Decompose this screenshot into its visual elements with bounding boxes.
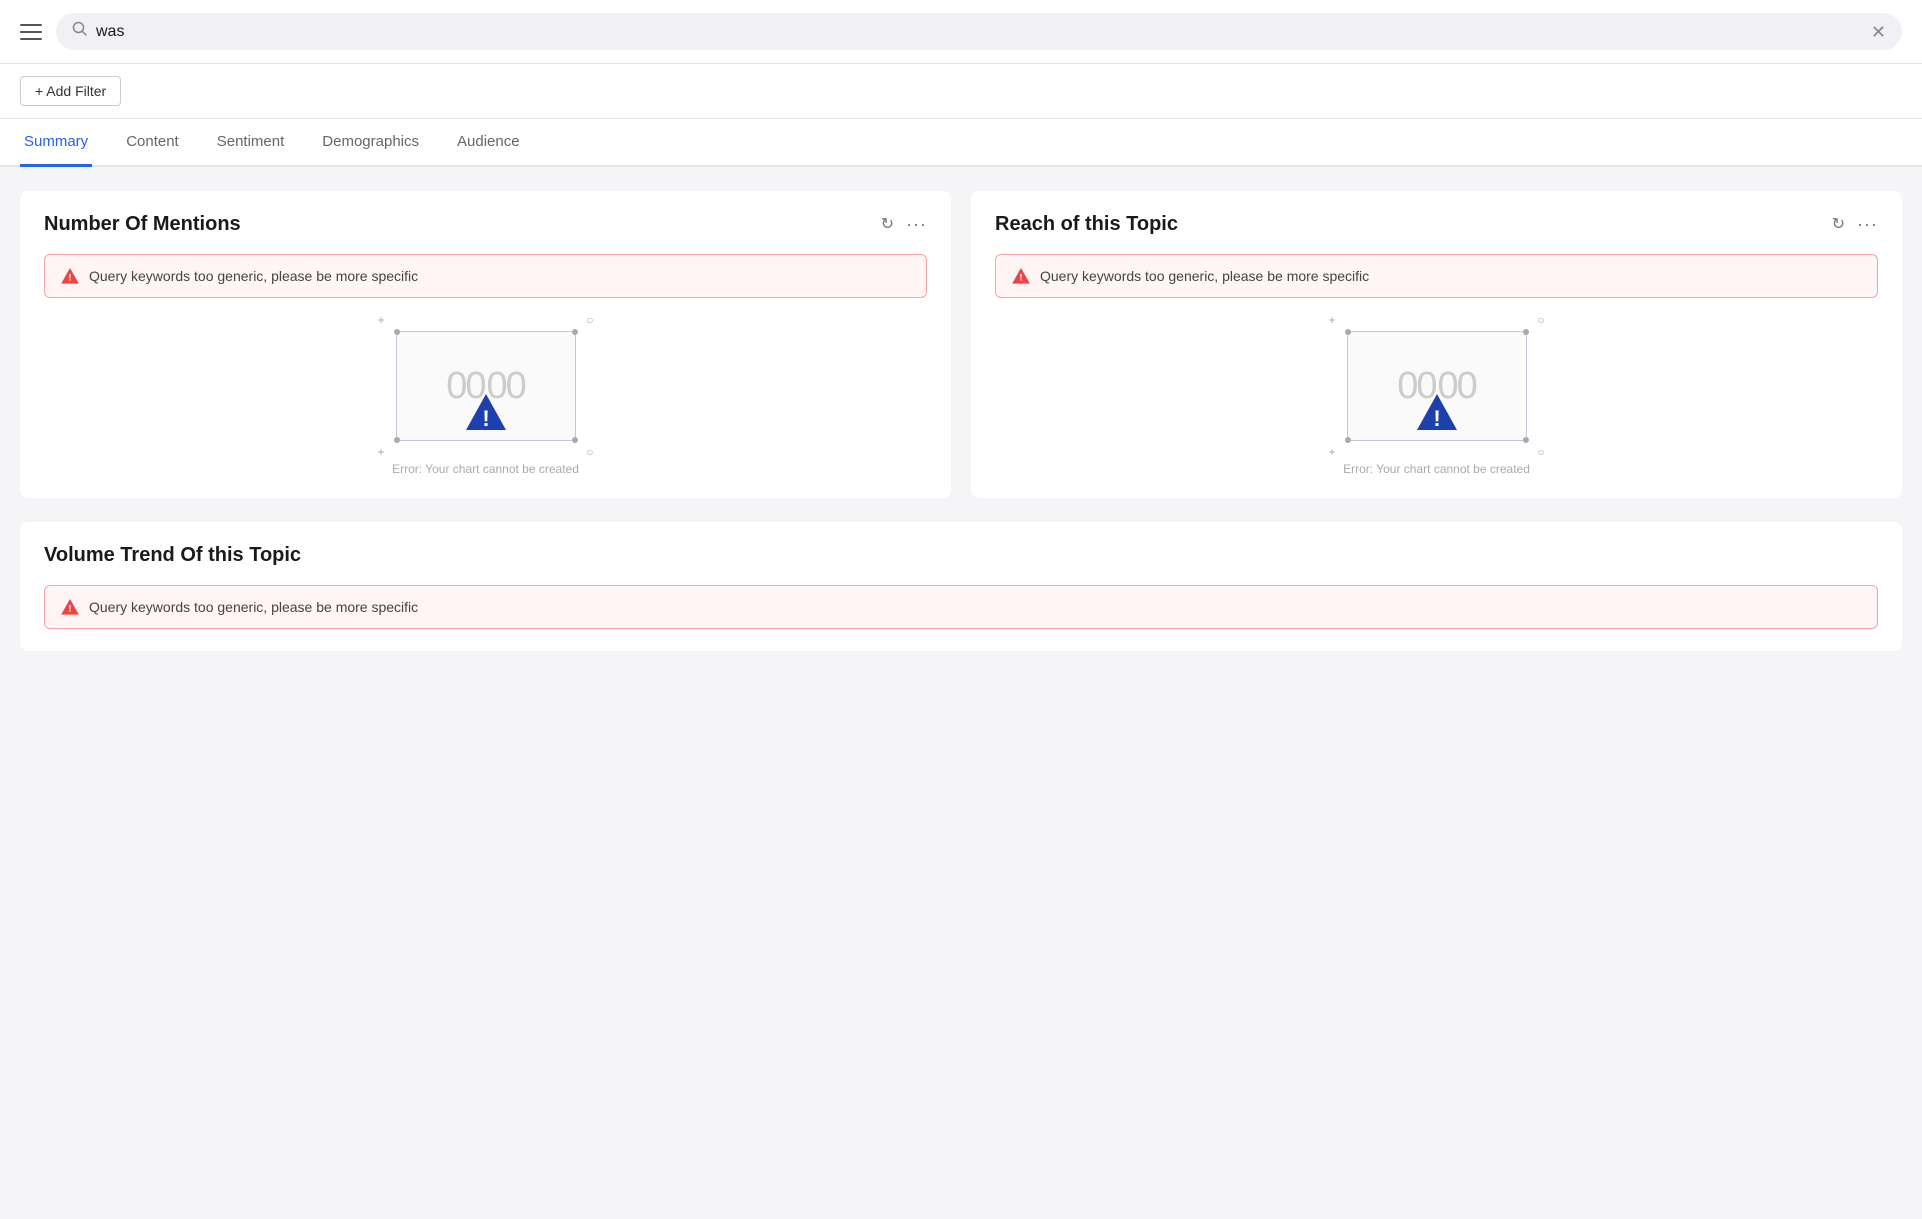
reach-warning-icon: ! — [1012, 267, 1030, 285]
decor-plus: + — [378, 313, 385, 327]
mentions-chart-mock: 00 ! 00 — [396, 331, 576, 441]
tab-summary[interactable]: Summary — [20, 119, 92, 167]
reach-card: Reach of this Topic ↻ ··· ! Query keywor… — [971, 191, 1902, 498]
reach-error-text: Query keywords too generic, please be mo… — [1040, 268, 1369, 284]
mentions-card-header: Number Of Mentions ↻ ··· — [44, 213, 927, 236]
search-icon — [72, 21, 88, 42]
reach-chart-area: + ○ + ○ 00 ! 00 — [995, 316, 1878, 456]
svg-text:!: ! — [69, 273, 72, 283]
cards-row: Number Of Mentions ↻ ··· ! Query keyword… — [20, 191, 1902, 498]
mentions-card-title: Number Of Mentions — [44, 213, 241, 236]
menu-button[interactable] — [20, 24, 42, 40]
volume-trend-card: Volume Trend Of this Topic ! Query keywo… — [20, 522, 1902, 651]
reach-refresh-icon[interactable]: ↻ — [1832, 217, 1845, 233]
volume-error-text: Query keywords too generic, please be mo… — [89, 599, 418, 615]
mentions-card: Number Of Mentions ↻ ··· ! Query keyword… — [20, 191, 951, 498]
decor-plus: ○ — [586, 445, 593, 459]
mentions-card-actions: ↻ ··· — [881, 214, 927, 235]
main-content: Number Of Mentions ↻ ··· ! Query keyword… — [0, 167, 1922, 1219]
reach-big-warning-icon: ! — [1415, 390, 1459, 434]
search-bar: ✕ — [56, 13, 1902, 50]
tab-content[interactable]: Content — [122, 119, 183, 167]
mentions-chart-error-text: Error: Your chart cannot be created — [44, 462, 927, 476]
svg-text:!: ! — [482, 406, 489, 431]
tab-demographics[interactable]: Demographics — [318, 119, 423, 167]
mentions-chart-area: + ○ + ○ 00 ! 00 — [44, 316, 927, 456]
svg-text:!: ! — [1433, 406, 1440, 431]
volume-warning-icon: ! — [61, 598, 79, 616]
clear-icon[interactable]: ✕ — [1871, 23, 1886, 41]
reach-error-banner: ! Query keywords too generic, please be … — [995, 254, 1878, 298]
tab-sentiment[interactable]: Sentiment — [213, 119, 289, 167]
tab-audience[interactable]: Audience — [453, 119, 524, 167]
decor-plus: + — [1329, 313, 1336, 327]
tabbar: Summary Content Sentiment Demographics A… — [0, 119, 1922, 167]
mentions-error-banner: ! Query keywords too generic, please be … — [44, 254, 927, 298]
volume-error-banner: ! Query keywords too generic, please be … — [44, 585, 1878, 629]
mentions-warning-icon: ! — [61, 267, 79, 285]
decor-plus: ○ — [1537, 445, 1544, 459]
filterbar: + Add Filter — [0, 64, 1922, 119]
svg-text:!: ! — [1020, 273, 1023, 283]
reach-more-icon[interactable]: ··· — [1857, 214, 1878, 235]
reach-card-title: Reach of this Topic — [995, 213, 1178, 236]
decor-plus: + — [378, 445, 385, 459]
mentions-big-warning-icon: ! — [464, 390, 508, 434]
mentions-refresh-icon[interactable]: ↻ — [881, 217, 894, 233]
svg-text:!: ! — [69, 604, 72, 614]
mentions-error-text: Query keywords too generic, please be mo… — [89, 268, 418, 284]
decor-plus: ○ — [1537, 313, 1544, 327]
topbar: ✕ — [0, 0, 1922, 64]
decor-plus: ○ — [586, 313, 593, 327]
add-filter-button[interactable]: + Add Filter — [20, 76, 121, 106]
reach-chart-mock: 00 ! 00 — [1347, 331, 1527, 441]
reach-card-header: Reach of this Topic ↻ ··· — [995, 213, 1878, 236]
mentions-more-icon[interactable]: ··· — [906, 214, 927, 235]
reach-card-actions: ↻ ··· — [1832, 214, 1878, 235]
volume-trend-title: Volume Trend Of this Topic — [44, 544, 1878, 567]
reach-chart-error-text: Error: Your chart cannot be created — [995, 462, 1878, 476]
search-input[interactable] — [96, 23, 1863, 41]
decor-plus: + — [1329, 445, 1336, 459]
